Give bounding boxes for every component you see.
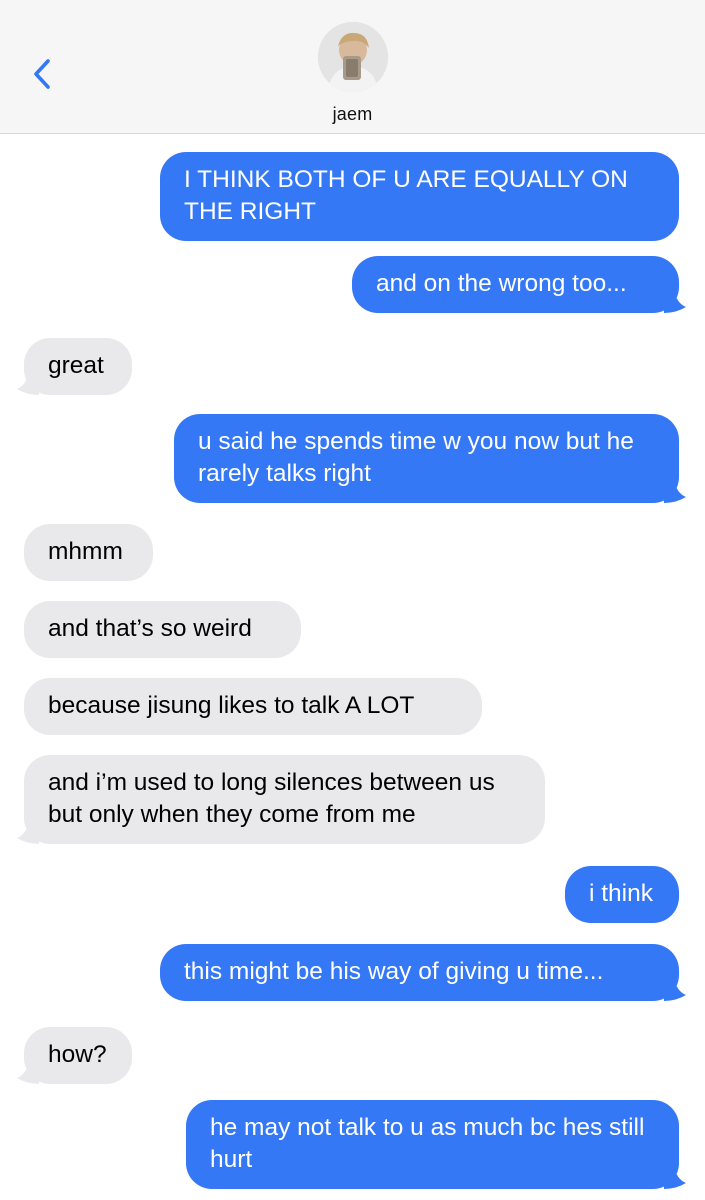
message-text: and on the wrong too...: [376, 270, 627, 297]
avatar-photo: [318, 22, 388, 92]
message-text: he may not talk to u as much bc hes stil…: [210, 1114, 645, 1173]
message-text: u said he spends time w you now but he r…: [198, 428, 634, 487]
bubble-tail: [664, 977, 686, 1001]
conversation-header: jaem: [0, 0, 705, 134]
message-bubble-outgoing[interactable]: i think: [565, 866, 679, 923]
message-text: how?: [48, 1041, 107, 1068]
message-text: because jisung likes to talk A LOT: [48, 692, 415, 719]
contact-name[interactable]: jaem: [0, 104, 705, 125]
message-bubble-outgoing[interactable]: u said he spends time w you now but he r…: [174, 414, 686, 503]
message-thread: I THINK BOTH OF U ARE EQUALLY ON THE RIG…: [0, 134, 705, 1200]
message-bubble-incoming[interactable]: mhmm: [24, 524, 153, 581]
message-bubble-incoming[interactable]: how?: [17, 1027, 132, 1084]
message-text: i think: [589, 880, 654, 907]
message-text: mhmm: [48, 538, 123, 565]
contact-avatar[interactable]: [318, 22, 388, 92]
bubble-tail: [664, 289, 686, 313]
message-bubble-incoming[interactable]: and that’s so weird: [24, 601, 301, 658]
chevron-left-icon: [34, 59, 50, 89]
message-bubble-incoming[interactable]: great: [17, 338, 132, 395]
back-button[interactable]: [20, 52, 64, 96]
bubble-tail: [17, 1060, 39, 1084]
message-bubble-incoming[interactable]: and i’m used to long silences between us…: [17, 755, 545, 844]
message-text: I THINK BOTH OF U ARE EQUALLY ON THE RIG…: [184, 166, 628, 225]
message-bubble-outgoing[interactable]: I THINK BOTH OF U ARE EQUALLY ON THE RIG…: [160, 152, 679, 241]
bubble-tail: [664, 1165, 686, 1189]
message-bubble-outgoing[interactable]: this might be his way of giving u time..…: [160, 944, 686, 1001]
message-bubble-incoming[interactable]: because jisung likes to talk A LOT: [24, 678, 482, 735]
message-text: great: [48, 352, 104, 379]
bubble-tail: [664, 479, 686, 503]
message-text: and i’m used to long silences between us…: [48, 769, 495, 828]
bubble-tail: [17, 371, 39, 395]
message-bubble-outgoing[interactable]: he may not talk to u as much bc hes stil…: [186, 1100, 686, 1189]
message-text: this might be his way of giving u time..…: [184, 958, 604, 985]
message-text: and that’s so weird: [48, 615, 252, 642]
bubble-tail: [17, 820, 39, 844]
message-bubble-outgoing[interactable]: and on the wrong too...: [352, 256, 686, 313]
